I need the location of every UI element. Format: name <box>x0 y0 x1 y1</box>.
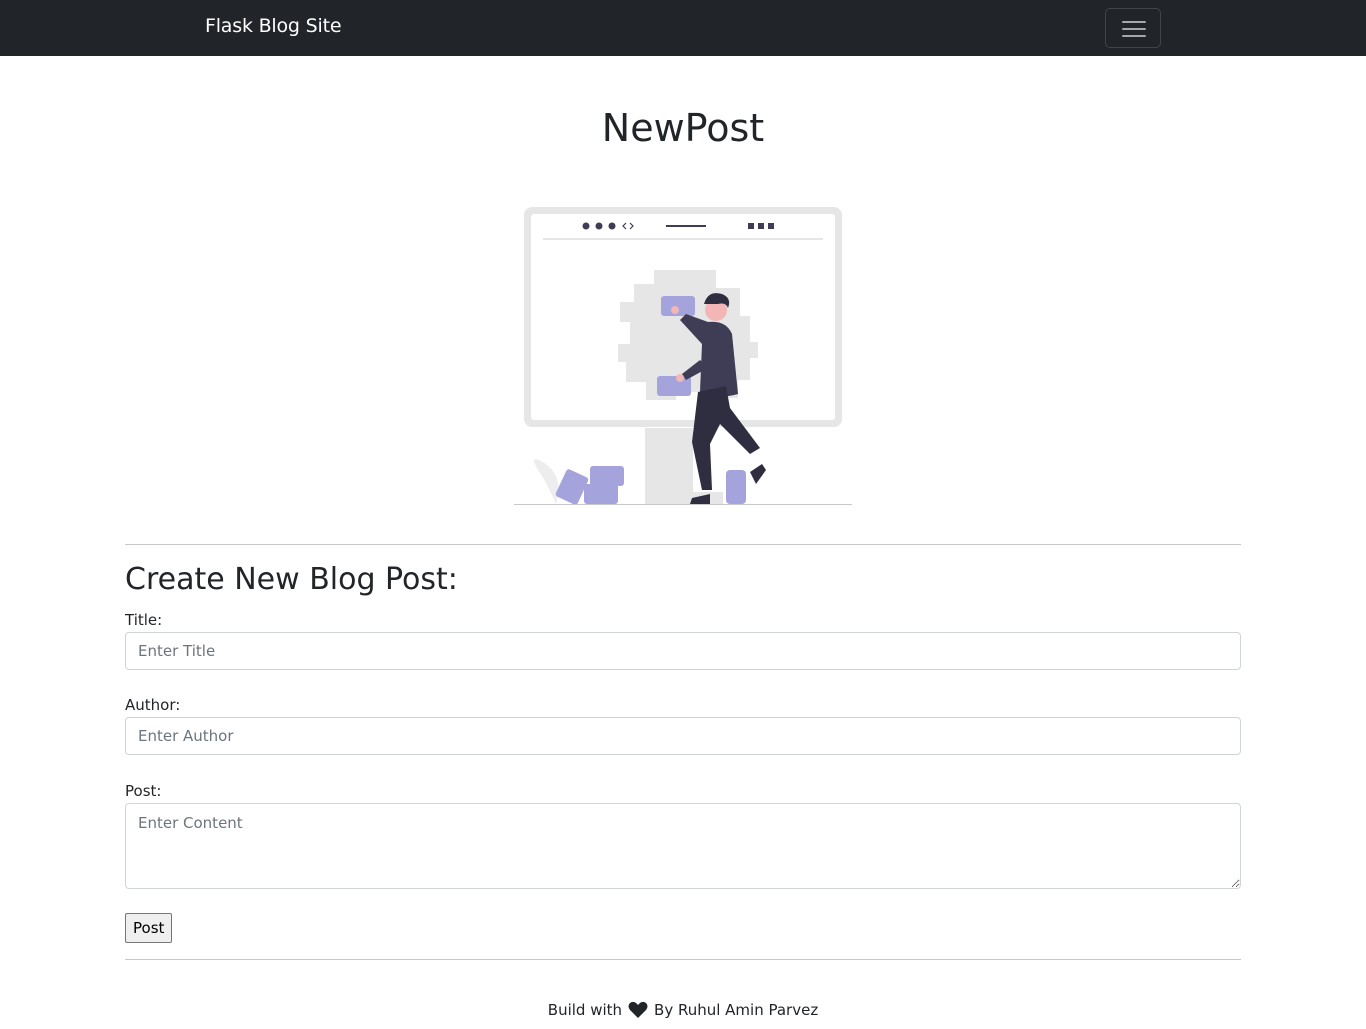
page-title: NewPost <box>601 106 765 150</box>
top-divider <box>125 544 1241 545</box>
footer: Build with By Ruhul Amin Parvez <box>0 1001 1366 1019</box>
brand-link[interactable]: Flask Blog Site <box>205 15 342 37</box>
author-label: Author: <box>125 696 181 714</box>
footer-text-after: By Ruhul Amin Parvez <box>654 1001 819 1019</box>
hamburger-menu-icon <box>1122 21 1146 23</box>
title-input[interactable] <box>125 632 1241 670</box>
navbar-toggler-button[interactable] <box>1105 8 1161 48</box>
post-submit-button[interactable]: Post <box>125 913 173 943</box>
person-building-website-illustration <box>514 207 852 505</box>
navbar: Flask Blog Site <box>0 0 1366 56</box>
form-heading: Create New Blog Post: <box>125 562 458 597</box>
post-content-textarea[interactable] <box>125 803 1241 889</box>
title-label: Title: <box>125 611 163 629</box>
bottom-divider <box>125 959 1241 960</box>
heart-icon <box>628 1001 648 1018</box>
author-input[interactable] <box>125 717 1241 755</box>
footer-text-before: Build with <box>547 1001 623 1019</box>
post-label: Post: <box>125 782 162 800</box>
